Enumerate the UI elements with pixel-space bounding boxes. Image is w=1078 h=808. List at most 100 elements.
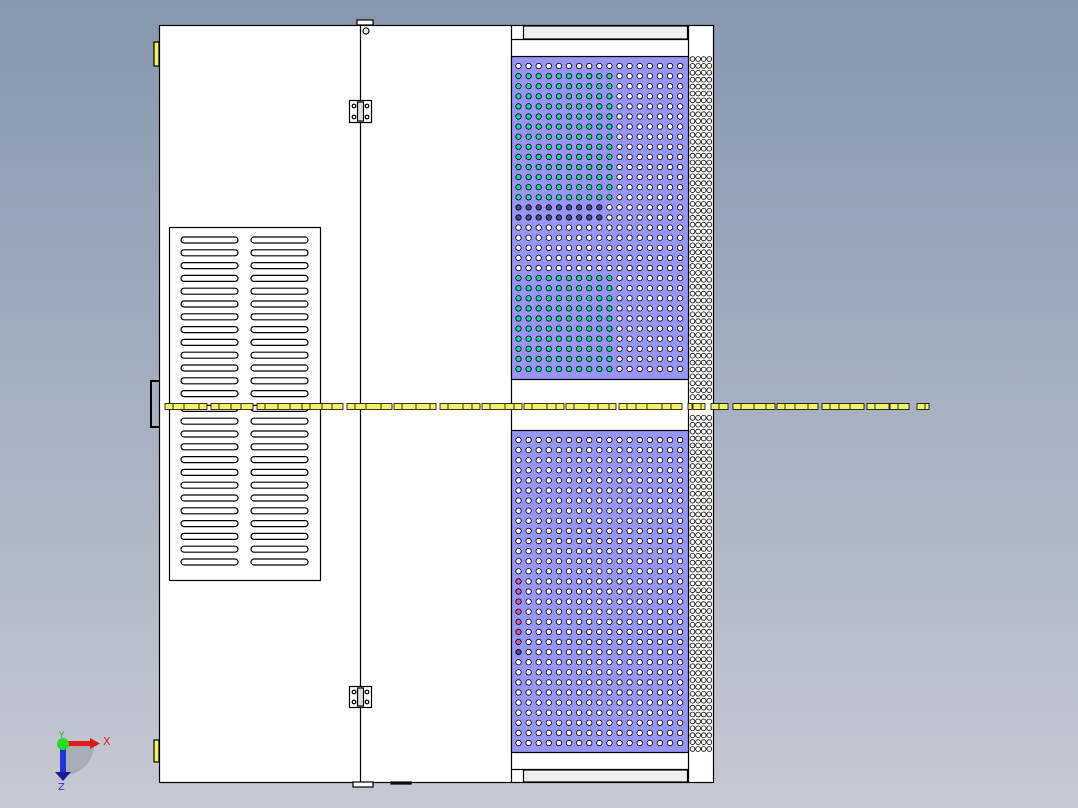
- strip-hole: [689, 477, 696, 483]
- strip-hole: [706, 628, 713, 635]
- strip-hole: [689, 704, 696, 711]
- strip-hole: [695, 697, 701, 704]
- strip-hole: [695, 504, 701, 511]
- hole: [676, 355, 684, 362]
- strip-hole: [706, 704, 713, 711]
- hole: [636, 699, 643, 706]
- strip-hole: [695, 318, 701, 325]
- hole: [586, 568, 593, 575]
- hole: [586, 537, 593, 545]
- hole: [626, 527, 633, 535]
- cable-segment: [889, 403, 910, 410]
- hole: [626, 558, 633, 565]
- hole: [525, 457, 532, 464]
- hole: [636, 719, 643, 726]
- hole: [545, 184, 552, 191]
- hole: [515, 618, 522, 625]
- hole: [676, 194, 684, 201]
- hole: [606, 659, 613, 666]
- hole: [596, 648, 603, 656]
- hole: [535, 62, 542, 70]
- strip-hole: [689, 83, 696, 90]
- hole: [596, 638, 603, 646]
- hole: [656, 224, 664, 231]
- hole: [545, 487, 552, 494]
- strip-hole: [706, 345, 713, 352]
- hole: [666, 174, 674, 181]
- hole: [565, 274, 573, 282]
- hole: [586, 103, 593, 110]
- hole: [606, 274, 613, 282]
- hole: [515, 648, 522, 656]
- hole: [666, 62, 674, 70]
- strip-hole: [695, 670, 701, 676]
- strip-hole: [700, 290, 707, 297]
- hole: [515, 588, 522, 595]
- strip-hole: [695, 159, 701, 166]
- hole: [555, 214, 563, 221]
- strip-hole: [700, 684, 707, 690]
- strip-hole: [706, 125, 713, 131]
- cad-viewport[interactable]: X Y Z: [0, 0, 1078, 808]
- hole: [666, 638, 674, 646]
- hole: [575, 436, 583, 444]
- hole: [555, 487, 563, 494]
- strip-hole: [695, 477, 701, 483]
- hole: [626, 719, 633, 726]
- strip-hole: [700, 394, 707, 400]
- vent-slot: [250, 300, 309, 308]
- strip-hole: [706, 387, 713, 394]
- hole: [616, 355, 623, 362]
- hole: [656, 244, 664, 251]
- hole: [575, 174, 583, 181]
- hole: [545, 679, 552, 686]
- strip-hole: [706, 732, 713, 738]
- hole: [565, 315, 573, 322]
- hole: [666, 578, 674, 585]
- hole: [636, 244, 643, 251]
- hole: [565, 517, 573, 524]
- hole: [666, 143, 674, 150]
- cable-bundle[interactable]: [164, 403, 930, 410]
- hole: [535, 588, 542, 595]
- hole: [616, 467, 623, 474]
- hole: [596, 295, 603, 302]
- vent-slot: [250, 274, 309, 282]
- hole: [575, 103, 583, 110]
- hole: [666, 214, 674, 221]
- strip-hole: [695, 587, 701, 594]
- strip-hole: [689, 663, 696, 669]
- hole: [586, 729, 593, 737]
- strip-hole: [695, 649, 701, 656]
- cabinet-front-view[interactable]: [150, 19, 930, 788]
- strip-hole: [706, 435, 713, 442]
- coordinate-triad: X Y Z: [55, 731, 111, 793]
- hole: [565, 355, 573, 362]
- vent-slot: [250, 507, 309, 515]
- hole: [676, 325, 684, 332]
- strip-hole: [695, 380, 701, 387]
- cable-segment: [618, 403, 683, 410]
- vent-slot: [180, 507, 239, 515]
- hole: [515, 659, 522, 666]
- strip-hole: [706, 442, 713, 449]
- strip-hole: [706, 83, 713, 90]
- strip-hole: [706, 221, 713, 228]
- hole: [535, 477, 542, 484]
- hole: [565, 244, 573, 251]
- strip-hole: [689, 359, 696, 366]
- strip-hole: [706, 297, 713, 304]
- handle[interactable]: [150, 380, 159, 428]
- hole: [515, 608, 522, 615]
- hole: [545, 345, 552, 352]
- hole: [525, 669, 532, 676]
- hole: [586, 457, 593, 464]
- hole: [586, 62, 593, 70]
- strip-hole: [695, 283, 701, 290]
- hole: [646, 264, 653, 272]
- hole: [535, 578, 542, 585]
- hole: [565, 547, 573, 555]
- strip-hole: [695, 242, 701, 249]
- strip-hole: [695, 166, 701, 173]
- hole: [525, 143, 532, 150]
